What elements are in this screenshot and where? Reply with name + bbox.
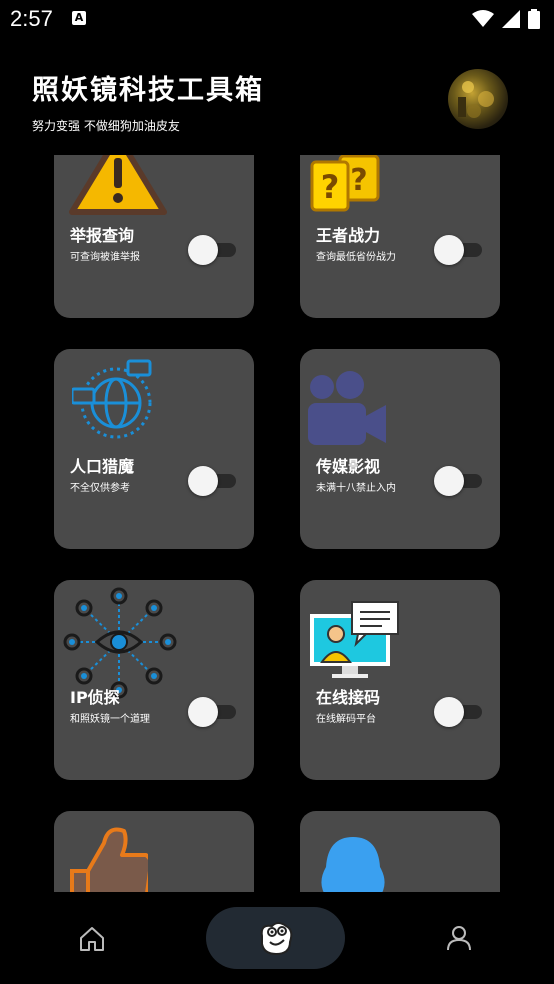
notification-icon: A xyxy=(72,11,86,25)
bottom-nav xyxy=(0,892,554,984)
nav-home[interactable] xyxy=(79,926,105,952)
card-toggle[interactable] xyxy=(188,696,236,727)
card-title: 王者战力 xyxy=(316,226,381,245)
app-title: 照妖镜科技工具箱 xyxy=(32,75,264,106)
card-desc: 和照妖镜一个道理 xyxy=(70,714,150,725)
mascot-icon xyxy=(260,922,293,956)
card-title: 传媒影视 xyxy=(316,457,381,476)
card-title: 人口猎魔 xyxy=(70,457,135,476)
tool-grid: 举报查询 可查询被谁举报 ? ? 王者战力 查询最低省份战力 人口猎魔 不全仅供… xyxy=(0,155,554,892)
card-title: IP侦探 xyxy=(70,688,120,707)
card-population-hunt[interactable]: 人口猎魔 不全仅供参考 xyxy=(54,349,254,549)
nav-profile[interactable] xyxy=(446,925,472,951)
monitor-chat-icon xyxy=(310,601,399,678)
header: 照妖镜科技工具箱 努力变强 不做细狗加油皮友 xyxy=(0,40,554,155)
card-qq[interactable] xyxy=(300,811,500,892)
card-toggle[interactable] xyxy=(434,696,482,727)
status-right-icons xyxy=(472,8,540,30)
svg-text:?: ? xyxy=(350,163,367,198)
user-icon xyxy=(447,926,471,951)
thumbs-up-icon xyxy=(70,827,148,892)
nav-tools[interactable] xyxy=(206,907,345,969)
home-icon xyxy=(80,927,104,951)
card-desc: 不全仅供参考 xyxy=(70,483,130,494)
card-media-video[interactable]: 传媒影视 未满十八禁止入内 xyxy=(300,349,500,549)
card-title: 举报查询 xyxy=(70,226,135,245)
question-block-icon: ? ? xyxy=(310,155,380,212)
video-camera-icon xyxy=(308,371,386,445)
globe-chat-icon xyxy=(72,359,152,439)
signal-icon xyxy=(502,10,520,28)
card-toggle[interactable] xyxy=(434,465,482,496)
card-ip-detective[interactable]: IP侦探 和照妖镜一个道理 xyxy=(54,580,254,780)
warning-triangle-icon xyxy=(69,155,167,215)
card-toggle[interactable] xyxy=(188,234,236,265)
qq-penguin-icon xyxy=(321,837,385,892)
card-king-power[interactable]: ? ? 王者战力 查询最低省份战力 xyxy=(300,155,500,318)
card-like[interactable] xyxy=(54,811,254,892)
card-report-query[interactable]: 举报查询 可查询被谁举报 xyxy=(54,155,254,318)
battery-icon xyxy=(528,9,540,29)
wifi-icon xyxy=(472,10,494,27)
card-desc: 可查询被谁举报 xyxy=(70,252,140,263)
status-bar: 2:57 A xyxy=(0,0,554,38)
avatar-image xyxy=(458,81,494,118)
avatar[interactable] xyxy=(448,69,508,129)
status-time: 2:57 xyxy=(10,6,53,31)
card-desc: 未满十八禁止入内 xyxy=(316,483,396,494)
card-online-sms[interactable]: 在线接码 在线解码平台 xyxy=(300,580,500,780)
card-title: 在线接码 xyxy=(316,688,381,707)
card-toggle[interactable] xyxy=(434,234,482,265)
app-subtitle: 努力变强 不做细狗加油皮友 xyxy=(32,119,180,133)
svg-text:?: ? xyxy=(321,168,340,206)
card-toggle[interactable] xyxy=(188,465,236,496)
card-desc: 查询最低省份战力 xyxy=(316,252,396,263)
card-desc: 在线解码平台 xyxy=(316,714,376,725)
